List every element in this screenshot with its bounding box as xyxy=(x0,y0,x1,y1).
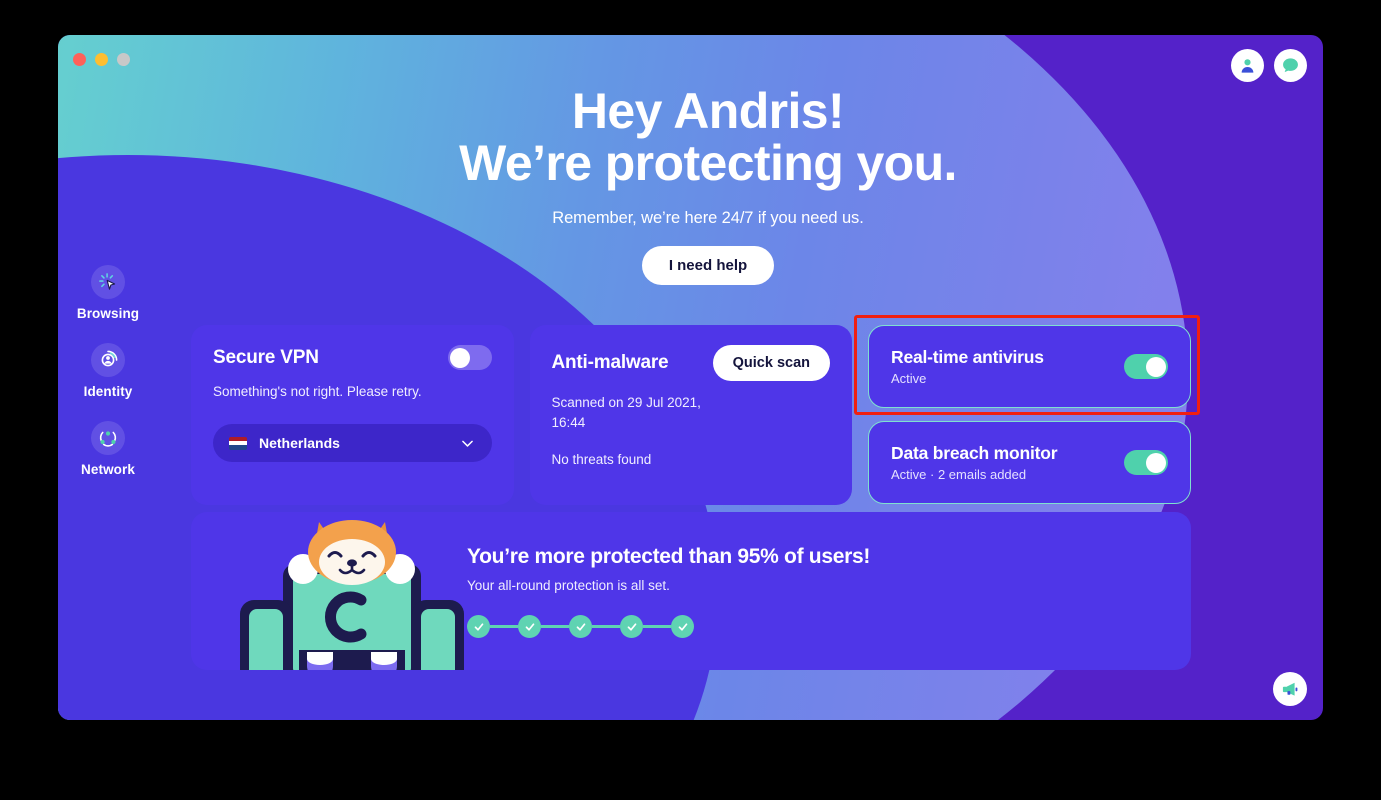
screenshot-stage: Browsing Identity Network Hey Andris! We… xyxy=(0,0,1381,800)
step-complete[interactable] xyxy=(467,615,490,638)
sidebar-item-label: Browsing xyxy=(76,306,140,321)
check-icon xyxy=(576,622,585,631)
sidebar-item-label: Identity xyxy=(83,384,133,399)
step-connector xyxy=(643,625,671,628)
banner-title: You’re more protected than 95% of users! xyxy=(467,545,871,568)
feature-cards-row: Secure VPN Something's not right. Please… xyxy=(191,325,1191,505)
hero-title-line-2: We’re protecting you. xyxy=(459,135,957,191)
account-button[interactable] xyxy=(1231,49,1264,82)
sidebar-item-identity[interactable]: Identity xyxy=(58,343,158,399)
close-window-button[interactable] xyxy=(73,53,86,66)
netherlands-flag-icon xyxy=(229,436,247,450)
vpn-country-select[interactable]: Netherlands xyxy=(213,424,492,463)
identity-badge-icon xyxy=(91,343,125,377)
secure-vpn-title: Secure VPN xyxy=(213,346,319,368)
maximize-window-button[interactable] xyxy=(117,53,130,66)
shiba-dog-mascot xyxy=(237,512,467,670)
data-breach-monitor-card[interactable]: Data breach monitor Active · 2 emails ad… xyxy=(868,421,1191,504)
page-title: Hey Andris! We’re protecting you. xyxy=(208,85,1208,189)
toggle-knob xyxy=(1145,452,1166,473)
toggle-knob xyxy=(450,347,470,368)
banner-subtitle: Your all-round protection is all set. xyxy=(467,578,670,593)
anti-malware-last-scan: Scanned on 29 Jul 2021, 16:44 xyxy=(551,395,701,431)
anti-malware-threats: No threats found xyxy=(551,451,652,467)
step-complete[interactable] xyxy=(671,615,694,638)
data-breach-monitor-title: Data breach monitor xyxy=(891,443,1058,463)
step-connector xyxy=(490,625,518,628)
step-complete[interactable] xyxy=(569,615,592,638)
check-icon xyxy=(627,622,636,631)
quick-scan-button[interactable]: Quick scan xyxy=(712,345,830,381)
real-time-antivirus-card[interactable]: Real-time antivirus Active xyxy=(868,325,1191,408)
chevron-down-icon xyxy=(461,440,473,447)
announcements-button[interactable] xyxy=(1273,672,1307,706)
protection-toggles-column: Real-time antivirus Active Data breach m… xyxy=(868,325,1191,505)
hero-subtitle: Remember, we’re here 24/7 if you need us… xyxy=(552,209,864,227)
step-connector xyxy=(592,625,620,628)
chat-support-button[interactable] xyxy=(1274,49,1307,82)
sidebar: Browsing Identity Network xyxy=(58,35,208,720)
real-time-antivirus-toggle[interactable] xyxy=(1124,354,1168,379)
hero-title-line-1: Hey Andris! xyxy=(571,83,845,139)
step-complete[interactable] xyxy=(518,615,541,638)
protection-summary-banner: You’re more protected than 95% of users!… xyxy=(191,512,1191,670)
sidebar-item-label: Network xyxy=(81,462,135,477)
sidebar-item-browsing[interactable]: Browsing xyxy=(58,265,158,321)
user-avatar-icon xyxy=(1241,59,1254,73)
real-time-antivirus-status: Active xyxy=(891,371,927,386)
anti-malware-card[interactable]: Anti-malware Quick scan Scanned on 29 Ju… xyxy=(529,325,852,505)
real-time-antivirus-title: Real-time antivirus xyxy=(891,347,1044,367)
secure-vpn-status: Something's not right. Please retry. xyxy=(213,384,422,399)
cursor-click-icon xyxy=(91,265,125,299)
window-traffic-lights xyxy=(73,53,130,66)
secure-vpn-toggle[interactable] xyxy=(447,345,492,370)
banner-text-block: You’re more protected than 95% of users!… xyxy=(467,512,870,638)
vpn-country-value: Netherlands xyxy=(259,435,340,452)
check-icon xyxy=(678,622,687,631)
toggle-knob xyxy=(1145,356,1166,377)
data-breach-monitor-status: Active · 2 emails added xyxy=(891,467,1027,482)
app-window: Browsing Identity Network Hey Andris! We… xyxy=(58,35,1323,720)
i-need-help-button[interactable]: I need help xyxy=(641,246,775,285)
hero-section: Hey Andris! We’re protecting you. Rememb… xyxy=(208,85,1208,285)
megaphone-icon xyxy=(1282,682,1298,696)
check-icon xyxy=(525,622,534,631)
header-actions xyxy=(1231,49,1307,82)
step-complete[interactable] xyxy=(620,615,643,638)
anti-malware-title: Anti-malware xyxy=(551,352,669,373)
check-icon xyxy=(474,622,483,631)
minimize-window-button[interactable] xyxy=(95,53,108,66)
step-connector xyxy=(541,625,569,628)
secure-vpn-card[interactable]: Secure VPN Something's not right. Please… xyxy=(191,325,514,505)
data-breach-monitor-toggle[interactable] xyxy=(1124,450,1168,475)
sidebar-item-network[interactable]: Network xyxy=(58,421,158,477)
chat-bubble-icon xyxy=(1283,58,1298,73)
protection-steps-progress xyxy=(467,615,870,638)
network-nodes-icon xyxy=(91,421,125,455)
